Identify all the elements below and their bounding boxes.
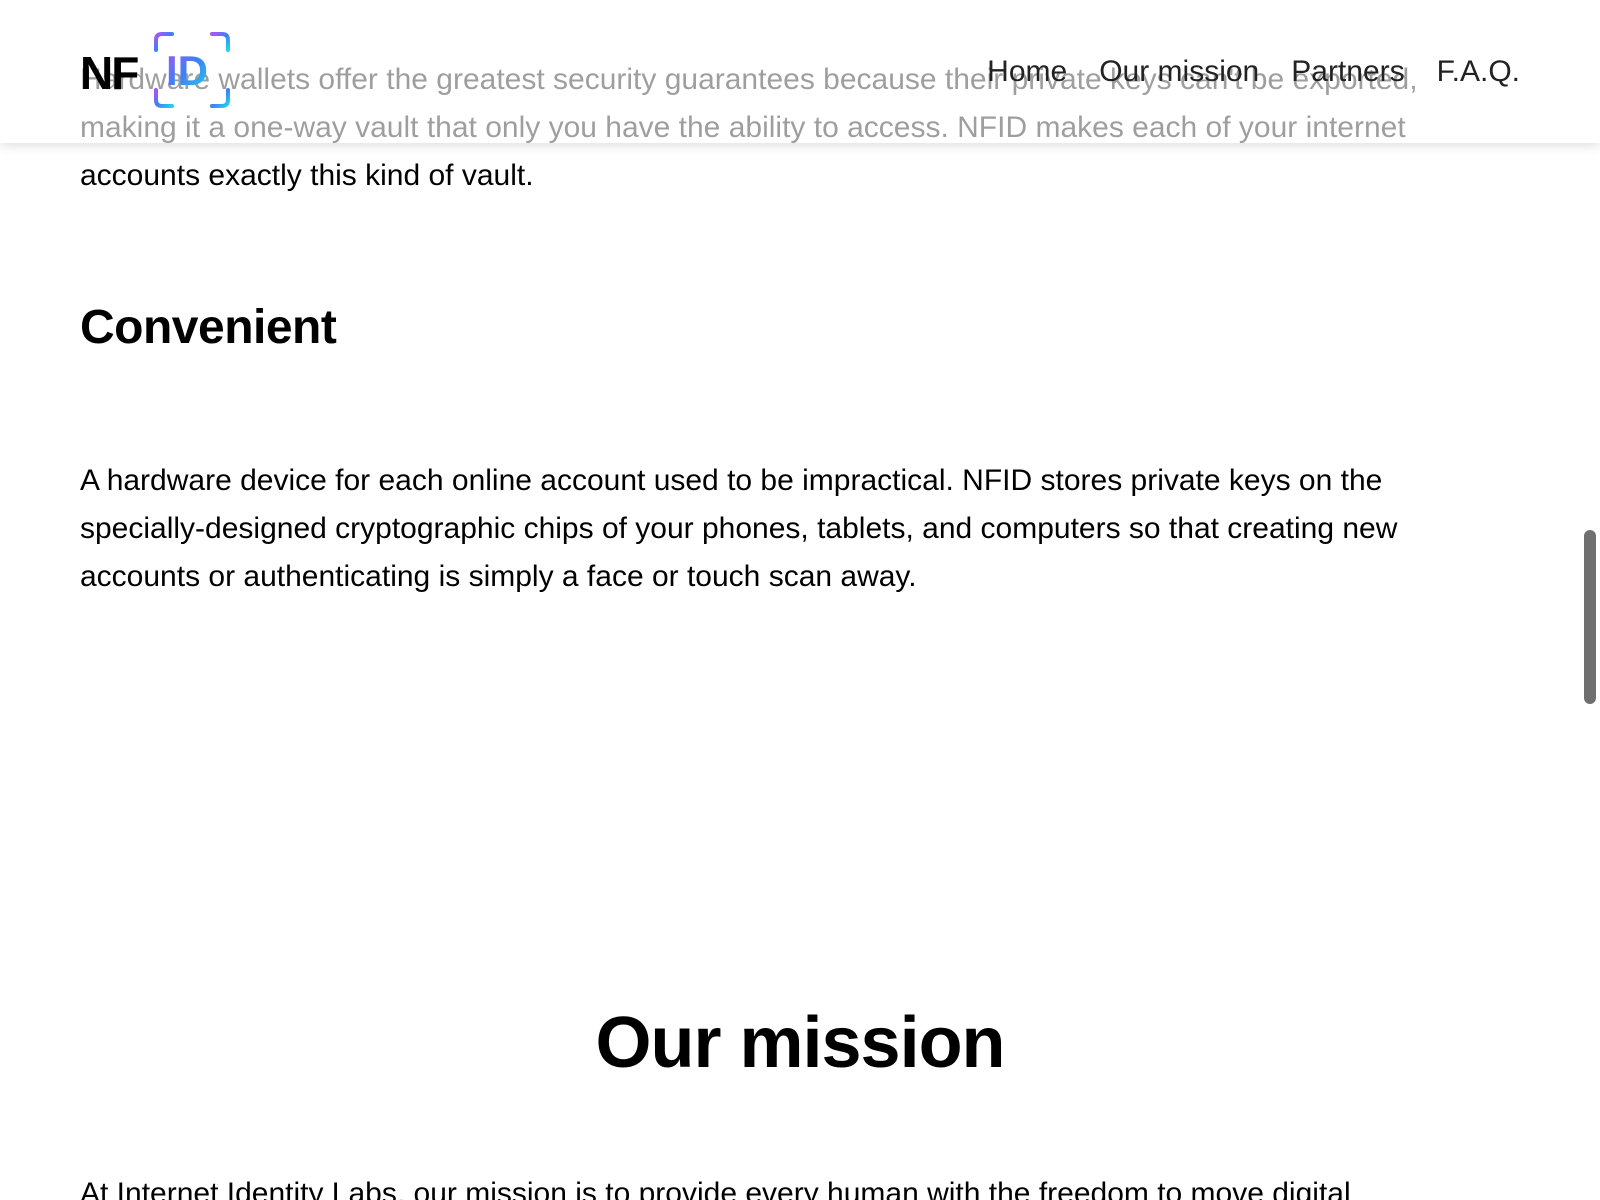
nfid-logo[interactable]: NF ID <box>80 30 240 112</box>
nav-link-home[interactable]: Home <box>987 52 1067 92</box>
section-heading-convenient: Convenient <box>80 301 337 354</box>
main-nav: Home Our mission Partners F.A.Q. <box>987 52 1520 92</box>
logo-text-id: ID <box>166 47 208 94</box>
mission-heading: Our mission <box>595 1003 1005 1083</box>
scrollbar-thumb[interactable] <box>1584 530 1596 704</box>
nav-link-partners[interactable]: Partners <box>1291 52 1404 92</box>
section-paragraph-convenient: A hardware device for each online accoun… <box>80 464 1398 593</box>
site-header: NF ID Home Our mission Partners F.A.Q. <box>0 0 1600 143</box>
nav-link-our-mission[interactable]: Our mission <box>1099 52 1259 92</box>
page: Hardware wallets offer the greatest secu… <box>0 0 1600 1200</box>
nav-link-faq[interactable]: F.A.Q. <box>1437 52 1520 92</box>
mission-paragraph: At Internet Identity Labs, our mission i… <box>80 1177 1351 1200</box>
logo-text-nf: NF <box>80 47 139 99</box>
